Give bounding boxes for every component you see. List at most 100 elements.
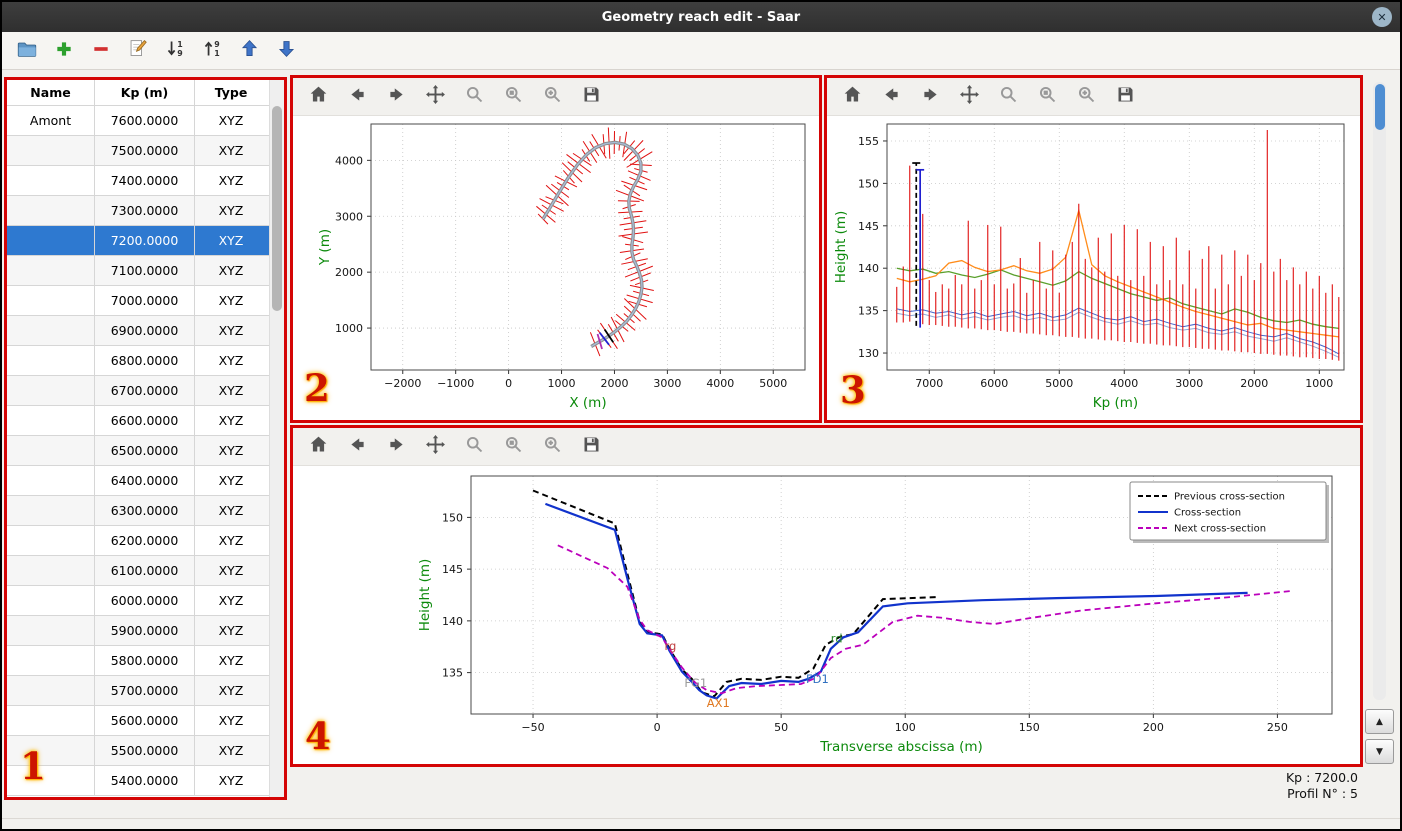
add-section-button[interactable]: [49, 36, 79, 66]
table-row-kp-6100.0000[interactable]: 6100.0000 XYZ: [7, 556, 284, 586]
forward-button[interactable]: [915, 82, 945, 112]
close-button[interactable]: ✕: [1372, 7, 1392, 27]
table-row-kp-6600.0000[interactable]: 6600.0000 XYZ: [7, 406, 284, 436]
profile-chart[interactable]: 7000 6000 5000 4000 3000 2000 1000 130 135 140 145…: [827, 116, 1360, 420]
zoom-region-button[interactable]: [498, 82, 528, 112]
edit-section-button[interactable]: [123, 36, 153, 66]
svg-text:0: 0: [654, 721, 661, 734]
cell-kp: 7600.0000: [95, 106, 195, 135]
table-header-type[interactable]: Type: [195, 80, 267, 105]
zoom-region-button[interactable]: [1032, 82, 1062, 112]
svg-text:7000: 7000: [915, 377, 943, 390]
down-triangle-icon: ▼: [1376, 746, 1383, 757]
cell-kp: 5500.0000: [95, 736, 195, 765]
table-scrollbar[interactable]: [269, 80, 284, 797]
cell-kp: 6000.0000: [95, 586, 195, 615]
pan-button[interactable]: [954, 82, 984, 112]
table-row-kp-6200.0000[interactable]: 6200.0000 XYZ: [7, 526, 284, 556]
table-row-kp-6900.0000[interactable]: 6900.0000 XYZ: [7, 316, 284, 346]
table-row-kp-6700.0000[interactable]: 6700.0000 XYZ: [7, 376, 284, 406]
forward-icon: [386, 434, 407, 459]
cross-section-plot-toolbar: [293, 428, 1360, 466]
zoom-in-button[interactable]: [537, 82, 567, 112]
home-button[interactable]: [837, 82, 867, 112]
forward-button[interactable]: [381, 432, 411, 462]
minus-icon: [91, 39, 111, 63]
table-row-kp-6400.0000[interactable]: 6400.0000 XYZ: [7, 466, 284, 496]
pan-button[interactable]: [420, 432, 450, 462]
svg-text:3000: 3000: [653, 377, 681, 390]
table-row-kp-7600.0000[interactable]: Amont 7600.0000 XYZ: [7, 106, 284, 136]
profile-down-button[interactable]: ▼: [1365, 739, 1394, 764]
zoom-button[interactable]: [993, 82, 1023, 112]
app-window: Geometry reach edit - Saar ✕ 1991 Name Kp…: [0, 0, 1402, 831]
table-row-kp-5900.0000[interactable]: 5900.0000 XYZ: [7, 616, 284, 646]
cell-kp: 6100.0000: [95, 556, 195, 585]
svg-text:FD1: FD1: [806, 672, 829, 686]
save-button[interactable]: [576, 432, 606, 462]
save-button[interactable]: [576, 82, 606, 112]
cross-section-chart[interactable]: −50 0 50 100 150 200 250 135 140 145 150 Transverse…: [293, 466, 1360, 764]
cell-type: XYZ: [218, 293, 244, 308]
table-row-kp-6800.0000[interactable]: 6800.0000 XYZ: [7, 346, 284, 376]
table-row-kp-7500.0000[interactable]: 7500.0000 XYZ: [7, 136, 284, 166]
forward-button[interactable]: [381, 82, 411, 112]
table-row-kp-6000.0000[interactable]: 6000.0000 XYZ: [7, 586, 284, 616]
save-icon: [1115, 84, 1136, 109]
move-up-button[interactable]: [234, 36, 264, 66]
table-row-kp-5400.0000[interactable]: 5400.0000 XYZ: [7, 766, 284, 796]
zoom-button[interactable]: [459, 432, 489, 462]
svg-text:2000: 2000: [335, 266, 363, 279]
back-button[interactable]: [342, 82, 372, 112]
pan-icon: [425, 434, 446, 459]
svg-text:6000: 6000: [980, 377, 1008, 390]
svg-text:155: 155: [858, 135, 879, 148]
sort-descending-button[interactable]: 91: [197, 36, 227, 66]
table-row-kp-7300.0000[interactable]: 7300.0000 XYZ: [7, 196, 284, 226]
right-scrollbar[interactable]: [1373, 82, 1386, 700]
cell-kp: 5400.0000: [95, 766, 195, 795]
zoom-region-button[interactable]: [498, 432, 528, 462]
table-header-kp-m-[interactable]: Kp (m): [95, 80, 195, 105]
move-down-button[interactable]: [271, 36, 301, 66]
table-row-kp-6500.0000[interactable]: 6500.0000 XYZ: [7, 436, 284, 466]
zoom-in-button[interactable]: [537, 432, 567, 462]
zoom-in-button[interactable]: [1071, 82, 1101, 112]
table-row-kp-5700.0000[interactable]: 5700.0000 XYZ: [7, 676, 284, 706]
cell-kp: 7400.0000: [95, 166, 195, 195]
pan-button[interactable]: [420, 82, 450, 112]
table-row-kp-7400.0000[interactable]: 7400.0000 XYZ: [7, 166, 284, 196]
profile-up-button[interactable]: ▲: [1365, 709, 1394, 734]
annotation-4: 4: [305, 714, 331, 758]
cell-kp: 7000.0000: [95, 286, 195, 315]
svg-text:100: 100: [895, 721, 916, 734]
table-row-kp-5600.0000[interactable]: 5600.0000 XYZ: [7, 706, 284, 736]
zoom-button[interactable]: [459, 82, 489, 112]
right-scrollbar-thumb[interactable]: [1374, 84, 1385, 130]
home-button[interactable]: [303, 432, 333, 462]
table-header-name[interactable]: Name: [7, 80, 95, 105]
cell-name: [7, 346, 95, 375]
sort-ascending-button[interactable]: 19: [160, 36, 190, 66]
table-scrollbar-thumb[interactable]: [272, 106, 282, 311]
save-button[interactable]: [1110, 82, 1140, 112]
status-kp: Kp : 7200.0: [1285, 770, 1358, 785]
cell-type: XYZ: [218, 413, 244, 428]
table-row-kp-7000.0000[interactable]: 7000.0000 XYZ: [7, 286, 284, 316]
table-row-kp-7100.0000[interactable]: 7100.0000 XYZ: [7, 256, 284, 286]
back-button[interactable]: [342, 432, 372, 462]
home-icon: [308, 84, 329, 109]
open-button[interactable]: [12, 36, 42, 66]
home-button[interactable]: [303, 82, 333, 112]
table-row-kp-5500.0000[interactable]: 5500.0000 XYZ: [7, 736, 284, 766]
sort91-icon: 91: [202, 38, 223, 63]
remove-section-button[interactable]: [86, 36, 116, 66]
table-row-kp-5800.0000[interactable]: 5800.0000 XYZ: [7, 646, 284, 676]
table-header-row: Name Kp (m) Type: [7, 80, 284, 106]
svg-text:150: 150: [858, 177, 879, 190]
cell-name: [7, 376, 95, 405]
back-button[interactable]: [876, 82, 906, 112]
plan-view-chart[interactable]: −2000 −1000 0 1000 2000 3000 4000 5000 1000 2000 3…: [293, 116, 819, 420]
table-row-kp-7200.0000[interactable]: 7200.0000 XYZ: [7, 226, 284, 256]
table-row-kp-6300.0000[interactable]: 6300.0000 XYZ: [7, 496, 284, 526]
